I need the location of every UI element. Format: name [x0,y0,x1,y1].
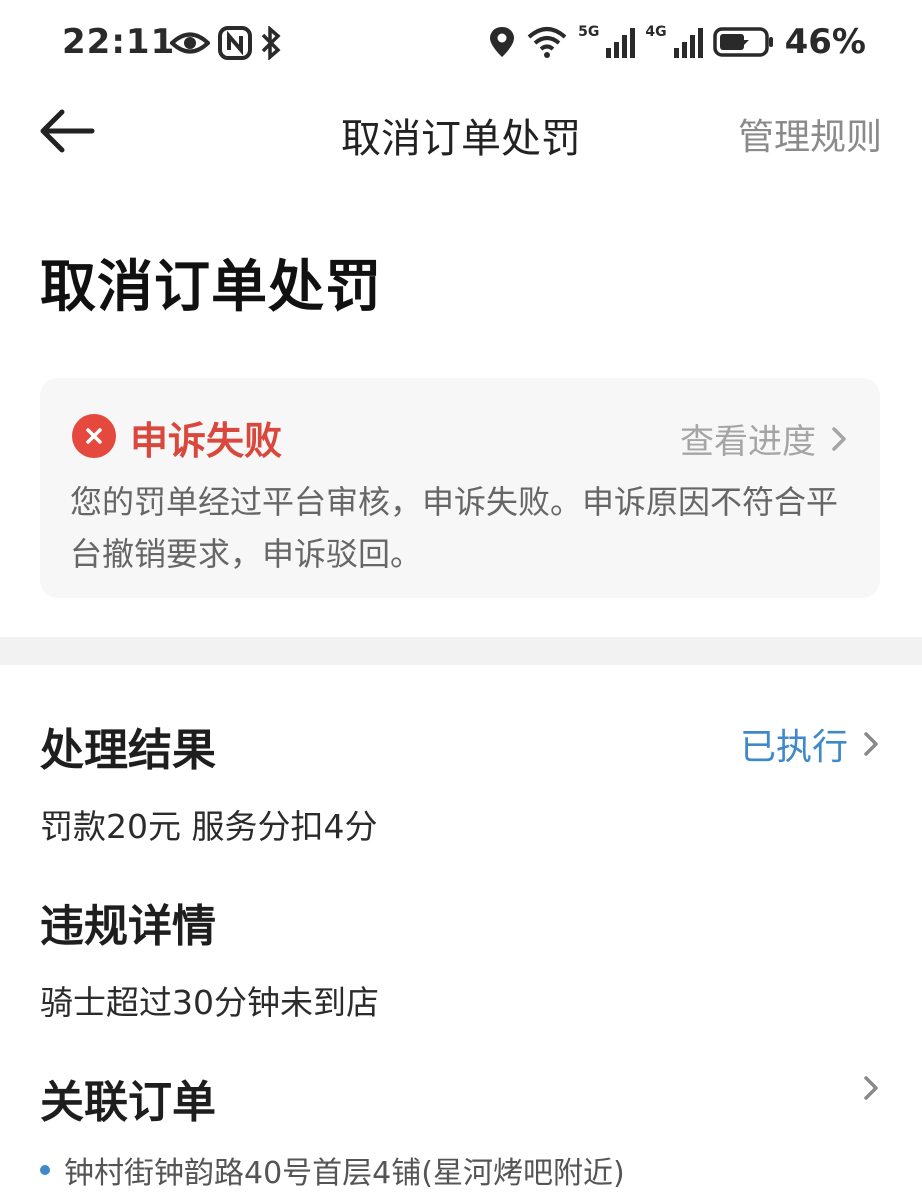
status-icons-left [170,26,282,60]
appeal-description: 您的罚单经过平台审核，申诉失败。申诉原因不符合平台撤销要求，申诉驳回。 [70,483,839,573]
eye-icon [170,32,210,54]
page-title: 取消订单处罚 [40,255,382,320]
result-section-title: 处理结果 [40,725,216,776]
bluetooth-icon [261,26,281,60]
violation-detail: 骑士超过30分钟未到店 [40,983,379,1022]
order-detail-button[interactable] [864,1076,878,1104]
signal-4g-label: 4G [645,24,667,40]
status-time: 22:11 [62,22,176,62]
result-detail: 罚款20元 服务分扣4分 [40,807,378,846]
status-bar: 22:11 5G 4G 46% [0,0,922,88]
chevron-right-icon [864,732,878,756]
violation-section-title: 违规详情 [40,901,216,952]
signal-5g-label: 5G [578,24,600,40]
error-icon [72,414,116,458]
appeal-status-label: 申诉失败 [130,419,283,463]
section-divider [0,637,922,665]
nfc-icon [218,26,252,60]
battery-percent: 46% [784,22,866,62]
signal-5g-icon [606,28,636,58]
location-icon [490,27,515,57]
status-icons-right: 5G 4G 46% [488,22,866,62]
result-status-label: 已执行 [739,727,848,768]
nav-bar: 取消订单处罚 管理规则 [0,88,922,174]
address-dot-icon [40,1165,50,1175]
order-address: 钟村街钟韵路40号首层4铺(星河烤吧附近) [64,1156,625,1191]
result-status-link[interactable]: 已执行 [740,718,878,770]
order-address-row: 钟村街钟韵路40号首层4铺(星河烤吧附近) [40,1148,625,1192]
signal-4g-icon [673,28,703,58]
view-progress-link[interactable]: 查看进度 [680,414,846,463]
appeal-status-card: 申诉失败 查看进度 您的罚单经过平台审核，申诉失败。申诉原因不符合平台撤销要求，… [40,378,880,598]
order-section-title: 关联订单 [40,1077,216,1128]
wifi-icon [527,27,567,58]
chevron-right-icon [832,426,846,451]
chevron-right-icon [864,1076,878,1100]
view-progress-label: 查看进度 [680,422,816,462]
battery-charging-icon [712,27,773,57]
manage-rules-link[interactable]: 管理规则 [738,108,882,160]
